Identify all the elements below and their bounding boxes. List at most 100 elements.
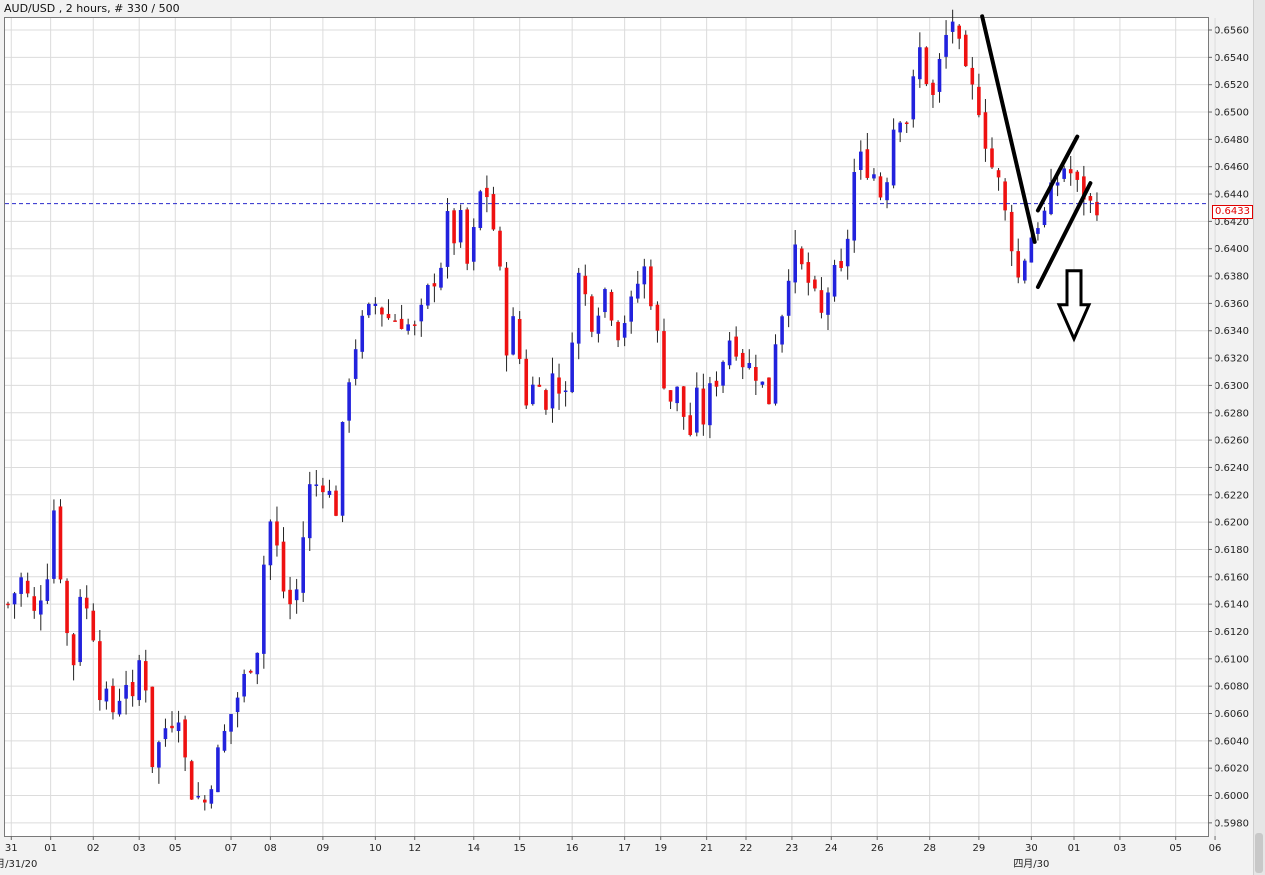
candle-down	[91, 610, 96, 641]
candle-down	[452, 210, 456, 244]
candle-down	[655, 304, 660, 331]
candle-up	[1036, 228, 1040, 234]
candle-down	[681, 386, 686, 417]
candle-down	[983, 112, 988, 149]
candle-up	[1055, 182, 1060, 186]
candlestick-chart: 0.5980 0.6000 0.6020 0.6040 0.6060 0.6080 0.61…	[0, 9, 1249, 870]
candle-down	[1068, 169, 1073, 174]
candle-up	[458, 210, 463, 243]
candle-up	[675, 386, 679, 404]
down-arrow-icon	[1056, 269, 1092, 343]
y-tick-label: 0.6540	[1214, 53, 1249, 64]
candle-up	[635, 283, 640, 299]
candle-up	[944, 34, 948, 57]
candle-up	[872, 174, 876, 179]
candle-up	[268, 521, 273, 566]
candle-up	[229, 714, 233, 732]
x-tick-label: 29	[973, 843, 986, 854]
x-tick-label: 12	[408, 843, 421, 854]
y-tick-label: 0.6140	[1214, 600, 1249, 611]
candle-down	[714, 380, 719, 387]
candle-up	[104, 688, 109, 702]
candle-down	[84, 597, 89, 609]
y-tick-label: 0.6280	[1214, 408, 1249, 419]
candle-down	[839, 261, 843, 268]
candle-down	[996, 170, 1001, 178]
current-price-tag: 0.6433	[1212, 205, 1253, 219]
candle-up	[353, 349, 358, 379]
y-tick-label: 0.5980	[1214, 818, 1249, 829]
candle-up	[137, 660, 141, 701]
candle-up	[898, 122, 902, 133]
candle-down	[412, 324, 417, 326]
y-tick-label: 0.6340	[1214, 326, 1249, 337]
candle-up	[563, 390, 568, 393]
candle-up	[294, 589, 299, 601]
candle-up	[622, 323, 627, 338]
y-tick-label: 0.6180	[1214, 545, 1249, 556]
candle-up	[695, 387, 699, 433]
candle-up	[727, 340, 732, 366]
candle-down	[517, 318, 522, 359]
y-tick-label: 0.6200	[1214, 518, 1249, 529]
candle-up	[531, 384, 535, 405]
candle-up	[1023, 260, 1027, 281]
candle-down	[616, 321, 620, 341]
candle-up	[832, 264, 837, 297]
candle-up	[176, 722, 181, 732]
candle-down	[491, 194, 496, 230]
x-tick-label: 05	[169, 843, 182, 854]
y-tick-label: 0.6100	[1214, 654, 1249, 665]
candle-down	[143, 661, 148, 691]
y-tick-label: 0.6060	[1214, 709, 1249, 720]
candle-up	[845, 238, 850, 267]
candle-down	[668, 390, 673, 402]
candle-up	[117, 700, 122, 715]
candle-down	[537, 384, 542, 387]
candle-up	[852, 172, 857, 241]
candle-down	[130, 682, 135, 697]
candle-down	[71, 634, 76, 666]
candle-down	[970, 67, 975, 85]
candle-up	[255, 652, 260, 675]
candle-up	[301, 537, 305, 593]
candle-down	[485, 187, 489, 198]
candle-up	[12, 593, 17, 605]
candle-down	[701, 388, 706, 425]
vertical-scrollbar[interactable]	[1253, 0, 1265, 875]
candle-up	[327, 490, 332, 495]
y-tick-label: 0.6360	[1214, 299, 1249, 310]
candle-up	[950, 21, 955, 32]
candle-down	[662, 331, 666, 389]
candle-up	[760, 381, 765, 385]
candle-up	[780, 316, 784, 345]
candle-down	[524, 358, 529, 406]
scrollbar-thumb[interactable]	[1255, 833, 1263, 873]
candle-up	[445, 211, 450, 267]
candle-up	[373, 303, 378, 306]
candle-down	[465, 209, 469, 264]
candle-down	[990, 148, 994, 168]
candle-down	[1003, 181, 1007, 211]
candle-up	[891, 129, 896, 186]
x-tick-label: 28	[923, 843, 936, 854]
y-tick-label: 0.6460	[1214, 162, 1249, 173]
candle-up	[360, 315, 365, 352]
candle-down	[963, 34, 968, 67]
y-tick-label: 0.6020	[1214, 764, 1249, 775]
candle-down	[799, 248, 804, 265]
candle-down	[904, 122, 909, 125]
x-tick-label: 19	[654, 843, 667, 854]
y-tick-label: 0.6480	[1214, 135, 1249, 146]
candle-up	[367, 303, 371, 316]
candle-up	[216, 747, 220, 793]
x-tick-label: 02	[87, 843, 100, 854]
candle-up	[596, 315, 601, 334]
candle-down	[386, 313, 391, 319]
candle-up	[242, 673, 246, 697]
candle-up	[78, 596, 82, 663]
x-tick-label: 17	[618, 843, 631, 854]
x-tick-label: 08	[264, 843, 277, 854]
candle-down	[150, 686, 155, 768]
candle-down	[281, 541, 286, 592]
